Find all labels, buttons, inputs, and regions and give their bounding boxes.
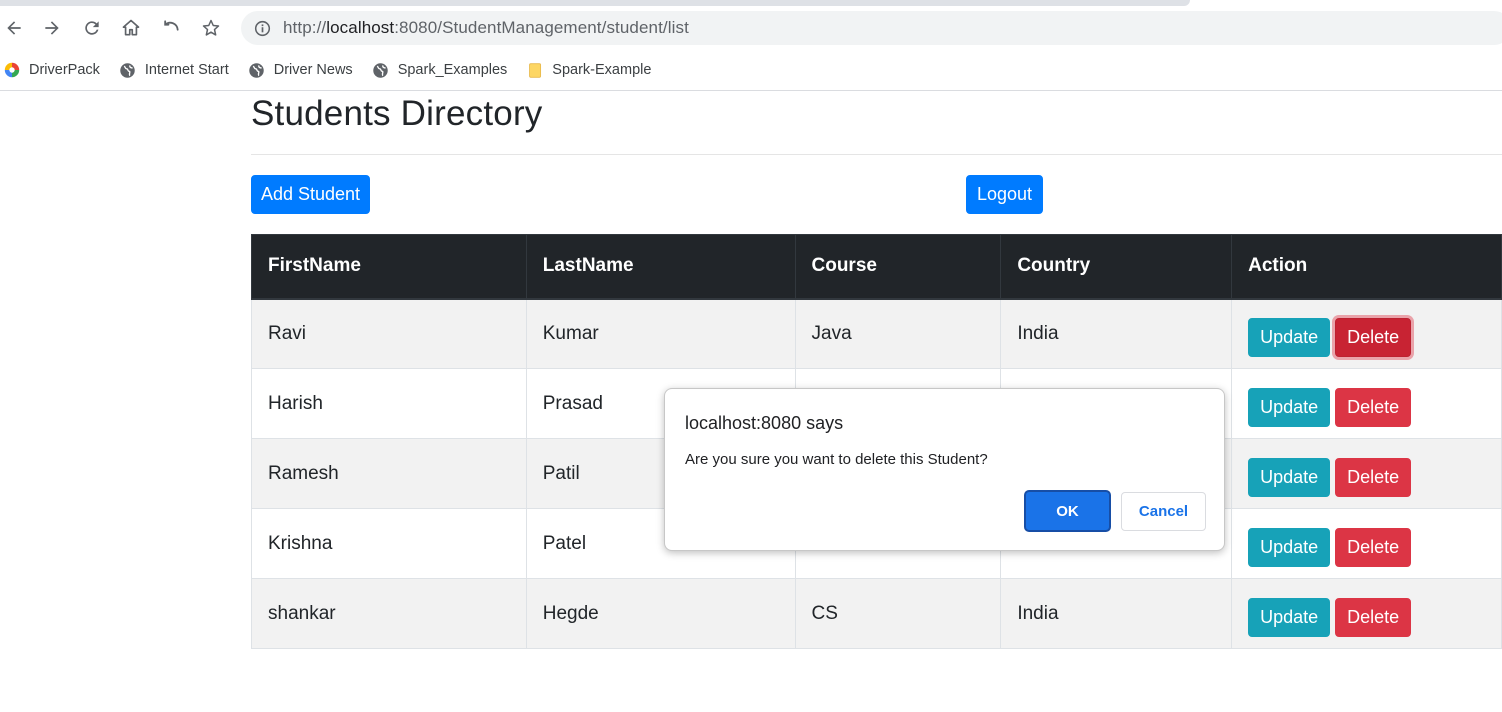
globe-icon [119, 61, 137, 79]
delete-button[interactable]: Delete [1335, 387, 1412, 427]
cell-firstname: Ramesh [251, 438, 527, 509]
ok-button[interactable]: OK [1024, 490, 1111, 532]
cell-country: India [1000, 578, 1233, 649]
header-action: Action [1231, 234, 1502, 300]
cell-action: Update Delete [1231, 298, 1502, 369]
cell-lastname: Kumar [525, 298, 796, 369]
delete-button[interactable]: Delete [1335, 527, 1412, 567]
cell-action: Update Delete [1231, 368, 1502, 439]
delete-button[interactable]: Delete [1335, 317, 1412, 357]
forward-icon[interactable] [38, 14, 66, 42]
dialog-message: Are you sure you want to delete this Stu… [685, 451, 988, 468]
logout-button[interactable]: Logout [966, 175, 1043, 214]
bookmark-spark-examples[interactable]: Spark_Examples [372, 61, 508, 79]
back-icon[interactable] [0, 14, 28, 42]
update-button[interactable]: Update [1248, 387, 1331, 427]
browser-toolbar: http://localhost:8080/StudentManagement/… [0, 6, 1502, 50]
header-country: Country [1000, 234, 1233, 300]
cell-firstname: Harish [251, 368, 527, 439]
globe-icon [248, 61, 266, 79]
undo-icon[interactable] [157, 14, 185, 42]
cell-lastname: Hegde [525, 578, 796, 649]
dialog-title: localhost:8080 says [685, 413, 844, 433]
star-icon[interactable] [197, 14, 225, 42]
header-firstname: FirstName [251, 234, 527, 300]
bookmark-label: Driver News [273, 62, 353, 78]
table-row: shankar Hegde CS India Update Delete [251, 578, 1502, 649]
address-bar[interactable]: http://localhost:8080/StudentManagement/… [241, 11, 1502, 45]
bookmark-label: DriverPack [29, 62, 100, 78]
table-row: Ravi Kumar Java India Update Delete [251, 298, 1502, 369]
bookmark-label: Spark_Examples [397, 62, 508, 78]
bookmarks-bar: DriverPack Internet Start Driver News Sp… [0, 50, 1502, 91]
bookmark-driver-news[interactable]: Driver News [248, 61, 353, 79]
cell-country: India [1000, 298, 1233, 369]
home-icon[interactable] [117, 14, 145, 42]
cell-firstname: Ravi [251, 298, 527, 369]
bookmark-spark-example[interactable]: Spark-Example [526, 61, 651, 79]
info-icon[interactable] [253, 19, 271, 37]
header-course: Course [794, 234, 1002, 300]
cell-course: CS [794, 578, 1002, 649]
reload-icon[interactable] [78, 14, 106, 42]
delete-button[interactable]: Delete [1335, 457, 1412, 497]
table-header-row: FirstName LastName Course Country Action [251, 234, 1502, 300]
delete-button[interactable]: Delete [1335, 597, 1412, 637]
folder-icon [526, 61, 544, 79]
driverpack-icon [3, 61, 21, 79]
update-button[interactable]: Update [1248, 457, 1331, 497]
bookmark-label: Internet Start [144, 62, 229, 78]
cancel-button[interactable]: Cancel [1121, 492, 1206, 531]
title-divider [251, 154, 1502, 155]
cell-action: Update Delete [1231, 508, 1502, 579]
cell-firstname: Krishna [251, 508, 527, 579]
page-title: Students Directory [251, 94, 543, 133]
cell-action: Update Delete [1231, 438, 1502, 509]
update-button[interactable]: Update [1248, 597, 1331, 637]
add-student-button[interactable]: Add Student [251, 175, 370, 214]
update-button[interactable]: Update [1248, 527, 1331, 567]
cell-course: Java [794, 298, 1002, 369]
bookmark-internet-start[interactable]: Internet Start [119, 61, 229, 79]
globe-icon [372, 61, 390, 79]
confirm-dialog: localhost:8080 says Are you sure you wan… [664, 388, 1225, 551]
cell-action: Update Delete [1231, 578, 1502, 649]
update-button[interactable]: Update [1248, 317, 1331, 357]
url-text[interactable]: http://localhost:8080/StudentManagement/… [283, 18, 689, 38]
bookmark-label: Spark-Example [552, 62, 652, 78]
header-lastname: LastName [525, 234, 796, 300]
bookmark-driverpack[interactable]: DriverPack [3, 61, 100, 79]
cell-firstname: shankar [251, 578, 527, 649]
